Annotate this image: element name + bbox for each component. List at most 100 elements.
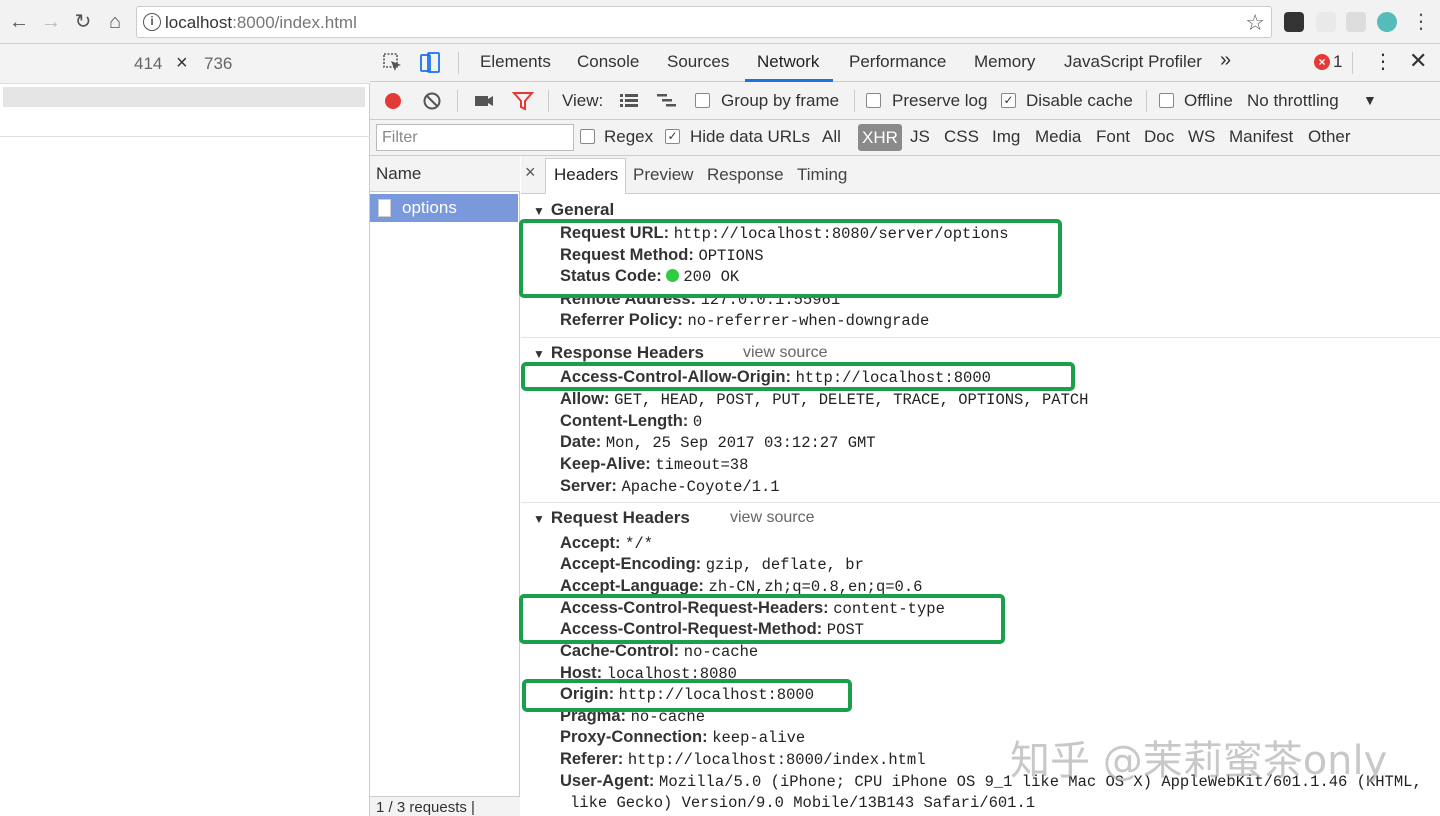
tab-headers[interactable]: Headers	[554, 165, 618, 185]
header-row: Referrer Policy: no-referrer-when-downgr…	[560, 311, 930, 330]
close-devtools-icon[interactable]: ✕	[1409, 48, 1427, 74]
filter-type-manifest[interactable]: Manifest	[1229, 127, 1293, 147]
regex-label[interactable]: Regex	[604, 127, 653, 147]
header-row: Server: Apache-Coyote/1.1	[560, 477, 780, 496]
device-height[interactable]: 736	[204, 54, 232, 74]
hide-data-urls-checkbox[interactable]: ✓	[665, 129, 680, 144]
device-width[interactable]: 414	[134, 54, 162, 74]
request-list: Name options 1 / 3 requests |	[370, 156, 520, 816]
tab-sources[interactable]: Sources	[667, 52, 729, 72]
tab-network[interactable]: Network	[757, 52, 819, 72]
filter-type-doc[interactable]: Doc	[1144, 127, 1174, 147]
close-details-icon[interactable]: ×	[525, 162, 536, 183]
request-row[interactable]: options	[370, 194, 518, 222]
offline-checkbox[interactable]	[1159, 93, 1174, 108]
hide-data-urls-label[interactable]: Hide data URLs	[690, 127, 810, 147]
tab-timing[interactable]: Timing	[797, 165, 847, 185]
tab-memory[interactable]: Memory	[974, 52, 1035, 72]
inspect-element-icon[interactable]	[382, 52, 404, 74]
filter-funnel-icon[interactable]	[512, 90, 534, 112]
disable-cache-label[interactable]: Disable cache	[1026, 91, 1133, 111]
tab-performance[interactable]: Performance	[849, 52, 946, 72]
browser-toolbar: ← → ↻ ⌂ i localhost:8000/index.html ☆ ⋮	[0, 0, 1440, 44]
request-view-source-link[interactable]: view source	[730, 509, 814, 527]
extension-icon[interactable]	[1284, 12, 1304, 32]
record-icon[interactable]	[382, 90, 404, 112]
more-tabs-icon[interactable]: »	[1220, 49, 1231, 72]
response-headers-section-header[interactable]: ▼ Response Headers	[533, 343, 704, 363]
page-header-strip	[3, 87, 365, 107]
request-count: 1 / 3 requests |	[376, 799, 475, 816]
header-row: Proxy-Connection: keep-alive	[560, 728, 806, 747]
separator	[458, 52, 459, 74]
header-row: Accept: */*	[560, 534, 654, 553]
back-arrow-icon[interactable]: ←	[6, 9, 32, 35]
response-view-source-link[interactable]: view source	[743, 344, 827, 362]
error-count[interactable]: 1	[1333, 52, 1342, 72]
preserve-log-label[interactable]: Preserve log	[892, 91, 987, 111]
header-row: Referer: http://localhost:8000/index.htm…	[560, 750, 926, 769]
tab-preview[interactable]: Preview	[633, 165, 693, 185]
url-text[interactable]: localhost:8000/index.html	[165, 13, 357, 33]
extension-grid-icon[interactable]	[1346, 12, 1366, 32]
reload-icon[interactable]: ↻	[70, 9, 96, 35]
tab-response[interactable]: Response	[707, 165, 784, 185]
filter-type-media[interactable]: Media	[1035, 127, 1081, 147]
collapse-triangle-icon: ▼	[533, 512, 545, 526]
separator	[457, 90, 458, 112]
separator	[854, 90, 855, 112]
highlight-box-allow-origin	[521, 362, 1075, 391]
filter-input[interactable]	[376, 124, 574, 151]
filter-type-img[interactable]: Img	[992, 127, 1020, 147]
address-bar[interactable]: i localhost:8000/index.html ☆	[136, 6, 1272, 38]
forward-arrow-icon[interactable]: →	[38, 9, 64, 35]
clear-icon[interactable]	[421, 90, 443, 112]
large-rows-icon[interactable]	[618, 90, 640, 112]
group-by-frame-checkbox[interactable]	[695, 93, 710, 108]
filter-type-ws[interactable]: WS	[1188, 127, 1215, 147]
status-bar: 1 / 3 requests |	[370, 796, 520, 816]
filter-type-js[interactable]: JS	[910, 127, 930, 147]
error-icon[interactable]: ×	[1314, 54, 1330, 70]
detail-tabbar: × Headers Preview Response Timing	[521, 156, 1440, 194]
devtools-tabbar: Elements Console Sources Network Perform…	[370, 44, 1440, 82]
tab-console[interactable]: Console	[577, 52, 639, 72]
dimension-separator: ×	[176, 52, 188, 74]
extension-drive-icon[interactable]	[1316, 12, 1336, 32]
home-icon[interactable]: ⌂	[102, 9, 128, 35]
waterfall-overview-icon[interactable]	[655, 90, 677, 112]
request-headers-section-header[interactable]: ▼ Request Headers	[533, 508, 690, 528]
extension-circle-icon[interactable]	[1377, 12, 1397, 32]
header-row: Content-Length: 0	[560, 412, 703, 431]
disable-cache-checkbox[interactable]: ✓	[1001, 93, 1016, 108]
group-by-frame-label[interactable]: Group by frame	[721, 91, 839, 111]
filter-type-other[interactable]: Other	[1308, 127, 1351, 147]
info-icon[interactable]: i	[143, 13, 161, 31]
header-row-continuation: like Gecko) Version/9.0 Mobile/13B143 Sa…	[570, 794, 1036, 812]
tab-javascript-profiler[interactable]: JavaScript Profiler	[1064, 52, 1202, 72]
preserve-log-checkbox[interactable]	[866, 93, 881, 108]
screenshot-camera-icon[interactable]	[473, 90, 495, 112]
name-column-header[interactable]: Name	[370, 156, 520, 192]
highlight-box-general	[519, 219, 1062, 298]
header-row: Keep-Alive: timeout=38	[560, 455, 749, 474]
separator	[1146, 90, 1147, 112]
regex-checkbox[interactable]	[580, 129, 595, 144]
separator	[1352, 52, 1353, 74]
browser-menu-icon[interactable]: ⋮	[1408, 9, 1434, 35]
filter-type-css[interactable]: CSS	[944, 127, 979, 147]
throttling-dropdown-icon[interactable]: ▼	[1363, 92, 1377, 108]
bookmark-star-icon[interactable]: ☆	[1245, 10, 1265, 36]
filter-type-xhr[interactable]: XHR	[858, 124, 902, 151]
collapse-triangle-icon: ▼	[533, 347, 545, 361]
devtools-menu-icon[interactable]: ⋮	[1373, 49, 1393, 74]
collapse-triangle-icon: ▼	[533, 204, 545, 218]
device-toggle-icon[interactable]	[419, 52, 441, 74]
filter-type-all[interactable]: All	[822, 127, 841, 147]
filter-type-font[interactable]: Font	[1096, 127, 1130, 147]
tab-elements[interactable]: Elements	[480, 52, 551, 72]
filter-bar: Regex ✓ Hide data URLs All XHR JS CSS Im…	[370, 120, 1440, 156]
general-section-header[interactable]: ▼ General	[533, 200, 614, 220]
throttling-select[interactable]: No throttling	[1247, 91, 1339, 111]
offline-label[interactable]: Offline	[1184, 91, 1233, 111]
